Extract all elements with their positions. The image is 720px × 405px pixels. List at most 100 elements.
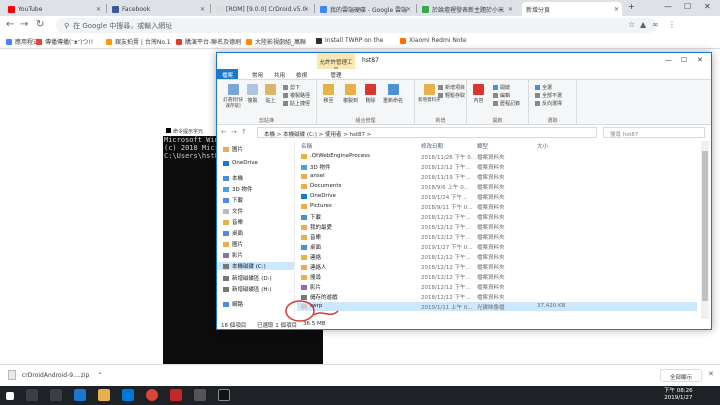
table-row[interactable]: 3D 物件 2018/12/12 下午... 檔案資料夾 bbox=[297, 162, 697, 171]
table-row[interactable]: 音樂 2018/12/12 下午... 檔案資料夾 bbox=[297, 232, 697, 241]
pin-button[interactable]: 釘選到[快速存取] bbox=[221, 84, 245, 109]
browser-tab-active[interactable]: 新增分頁 ✕ bbox=[522, 2, 622, 16]
nav-item[interactable]: 圖片 bbox=[223, 240, 243, 248]
tab-close-icon[interactable]: ✕ bbox=[614, 6, 619, 13]
ribbon-tab[interactable]: 常用 bbox=[247, 69, 268, 79]
browser-tab[interactable]: 於論壇裡發表新主題於小米 ✕ bbox=[418, 2, 516, 16]
nav-item[interactable]: 圖片 bbox=[223, 145, 243, 153]
menu-icon[interactable]: ⋮ bbox=[668, 20, 676, 29]
table-row[interactable]: 搜尋 2018/12/12 下午... 檔案資料夾 bbox=[297, 272, 697, 281]
tab-close-icon[interactable]: ✕ bbox=[406, 6, 411, 13]
nav-item[interactable]: 影片 bbox=[223, 251, 243, 259]
browser-tab[interactable]: Facebook ✕ bbox=[108, 2, 208, 16]
nav-item[interactable]: 網路 bbox=[223, 300, 243, 308]
table-row[interactable]: OneDrive 2019/1/24 下午... 檔案資料夾 bbox=[297, 192, 697, 201]
close-icon[interactable]: ✕ bbox=[697, 56, 703, 64]
column-header[interactable]: 大小 bbox=[537, 142, 548, 150]
copy-button[interactable]: 複製 bbox=[247, 84, 258, 104]
extension-icon[interactable]: ▲ bbox=[640, 20, 646, 29]
cut-button[interactable]: 剪下 bbox=[283, 84, 300, 91]
move-to-button[interactable]: 移至 bbox=[323, 84, 334, 104]
nav-item[interactable]: 下載 bbox=[223, 196, 243, 204]
table-row[interactable]: ansel 2018/11/19 下午... 檔案資料夾 bbox=[297, 172, 697, 181]
table-row[interactable]: Documents 2018/9/6 上午 0... 檔案資料夾 bbox=[297, 182, 697, 191]
browser-tab[interactable]: [ROM] [9.0.0] CrDroid.v5.0 ✕ bbox=[212, 2, 312, 16]
table-row[interactable]: 我的最愛 2018/12/12 下午... 檔案資料夾 bbox=[297, 222, 697, 231]
forward-icon[interactable]: → bbox=[231, 128, 237, 136]
bookmark-item[interactable]: 應用程式 bbox=[6, 37, 39, 46]
table-row[interactable]: 桌面 2019/1/27 下午 0... 檔案資料夾 bbox=[297, 242, 697, 251]
edit-button[interactable]: 編輯 bbox=[493, 92, 510, 99]
tab-close-icon[interactable]: ✕ bbox=[96, 6, 101, 13]
new-tab-icon[interactable]: + bbox=[628, 2, 635, 11]
back-icon[interactable]: ← bbox=[221, 128, 227, 136]
properties-button[interactable]: 內容 bbox=[473, 84, 484, 104]
nav-item[interactable]: 3D 物件 bbox=[223, 185, 252, 193]
path-bar[interactable]: 本機 > 本機磁碟 (C:) > 使用者 > hst87 > bbox=[257, 127, 597, 138]
edge-icon[interactable] bbox=[74, 389, 86, 401]
show-all-button[interactable]: 全部顯示 bbox=[660, 369, 702, 382]
bookmark-item[interactable]: 大陸影視劇組_萬聯 bbox=[246, 37, 306, 46]
table-row[interactable]: 連絡 2018/12/12 下午... 檔案資料夾 bbox=[297, 252, 697, 261]
store-icon[interactable] bbox=[122, 389, 134, 401]
column-header[interactable]: 修改日期 bbox=[421, 142, 443, 150]
link-icon[interactable]: ∞ bbox=[652, 20, 659, 29]
select-all-button[interactable]: 全選 bbox=[535, 84, 552, 91]
column-header[interactable]: 類型 bbox=[477, 142, 488, 150]
table-row[interactable]: .QtWebEngineProcess 2018/11/26 下午 0... 檔案資… bbox=[297, 152, 697, 161]
search-icon[interactable] bbox=[26, 389, 38, 401]
easy-access-button[interactable]: 輕鬆存取 bbox=[438, 92, 465, 99]
forward-icon[interactable]: → bbox=[20, 19, 28, 30]
close-icon[interactable]: ✕ bbox=[708, 370, 714, 378]
search-input[interactable]: 搜尋 hst87 bbox=[603, 127, 705, 138]
nav-item[interactable]: 桌面 bbox=[223, 229, 243, 237]
invert-selection-button[interactable]: 反向選擇 bbox=[535, 100, 562, 107]
ribbon-tab[interactable]: 共用 bbox=[269, 69, 290, 79]
nav-item[interactable]: 本機磁碟 (C:) bbox=[217, 262, 294, 270]
history-button[interactable]: 歷程記錄 bbox=[493, 100, 520, 107]
tab-close-icon[interactable]: ✕ bbox=[200, 6, 205, 13]
table-row[interactable]: Pictures 2018/9/11 下午 0... 檔案資料夾 bbox=[297, 202, 697, 211]
close-icon[interactable]: ✕ bbox=[704, 2, 711, 11]
app-icon[interactable] bbox=[170, 389, 182, 401]
browser-tab[interactable]: YouTube ✕ bbox=[4, 2, 104, 16]
file-explorer-window[interactable]: 允許許管理工具 hst87 — ☐ ✕ 檔案常用共用檢視管理 釘選到[快速存取]… bbox=[216, 52, 712, 330]
maximize-icon[interactable]: ☐ bbox=[684, 2, 691, 11]
browser-tab[interactable]: 我的雲端硬碟 - Google 雲端 ✕ bbox=[316, 2, 414, 16]
clock[interactable]: 下午 08:26 2019/1/27 bbox=[664, 388, 693, 402]
rename-button[interactable]: 重新命名 bbox=[383, 84, 403, 104]
table-row[interactable]: twrp 2019/1/11 上午 0... 光碟映像檔 37,420 KB bbox=[297, 302, 697, 311]
tab-close-icon[interactable]: ✕ bbox=[304, 6, 309, 13]
paste-button[interactable]: 貼上 bbox=[265, 84, 276, 104]
up-icon[interactable]: ↑ bbox=[241, 128, 247, 136]
nav-item[interactable]: 新增磁碟區 (D:) bbox=[223, 274, 272, 282]
nav-item[interactable]: OneDrive bbox=[223, 160, 258, 166]
start-icon[interactable] bbox=[6, 392, 14, 400]
column-header[interactable]: 名稱 bbox=[301, 142, 312, 150]
nav-item[interactable]: 文件 bbox=[223, 207, 243, 215]
table-row[interactable]: 影片 2018/12/12 下午... 檔案資料夾 bbox=[297, 282, 697, 291]
table-row[interactable]: 連絡人 2018/12/12 下午... 檔案資料夾 bbox=[297, 262, 697, 271]
star-icon[interactable]: ☆ bbox=[628, 20, 635, 29]
table-row[interactable]: 下載 2018/12/12 下午... 檔案資料夾 bbox=[297, 212, 697, 221]
scroll-thumb[interactable] bbox=[702, 151, 708, 301]
reload-icon[interactable]: ↻ bbox=[36, 19, 44, 30]
nav-item[interactable]: 本機 bbox=[223, 174, 243, 182]
nav-item[interactable]: 音樂 bbox=[223, 218, 243, 226]
minimize-icon[interactable]: — bbox=[665, 56, 672, 64]
table-row[interactable]: 儲存的遊戲 2018/12/12 下午... 檔案資料夾 bbox=[297, 292, 697, 301]
bookmark-item[interactable]: 購演平台-聯名及德刷 bbox=[176, 37, 241, 46]
maximize-icon[interactable]: ☐ bbox=[681, 56, 687, 64]
ribbon-tab[interactable]: 檢視 bbox=[291, 69, 312, 79]
bookmark-item[interactable]: 傳播傳播(ᵔᴥᵔ)つ!! bbox=[36, 37, 93, 46]
copy-to-button[interactable]: 複製到 bbox=[343, 84, 358, 104]
chevron-up-icon[interactable]: ⌃ bbox=[97, 372, 102, 379]
file-explorer-icon[interactable] bbox=[98, 389, 110, 401]
open-button[interactable]: 開啟 bbox=[493, 84, 510, 91]
bookmark-item[interactable]: 銀友拍賣 | 台灣No.1 bbox=[106, 37, 171, 46]
task-view-icon[interactable] bbox=[50, 389, 62, 401]
ribbon-tab[interactable]: 檔案 bbox=[217, 69, 239, 79]
nav-item[interactable]: 新增磁碟區 (H:) bbox=[223, 285, 272, 293]
bookmark-item[interactable]: Xiaomi Redmi Note bbox=[400, 37, 467, 44]
app-icon[interactable] bbox=[194, 389, 206, 401]
